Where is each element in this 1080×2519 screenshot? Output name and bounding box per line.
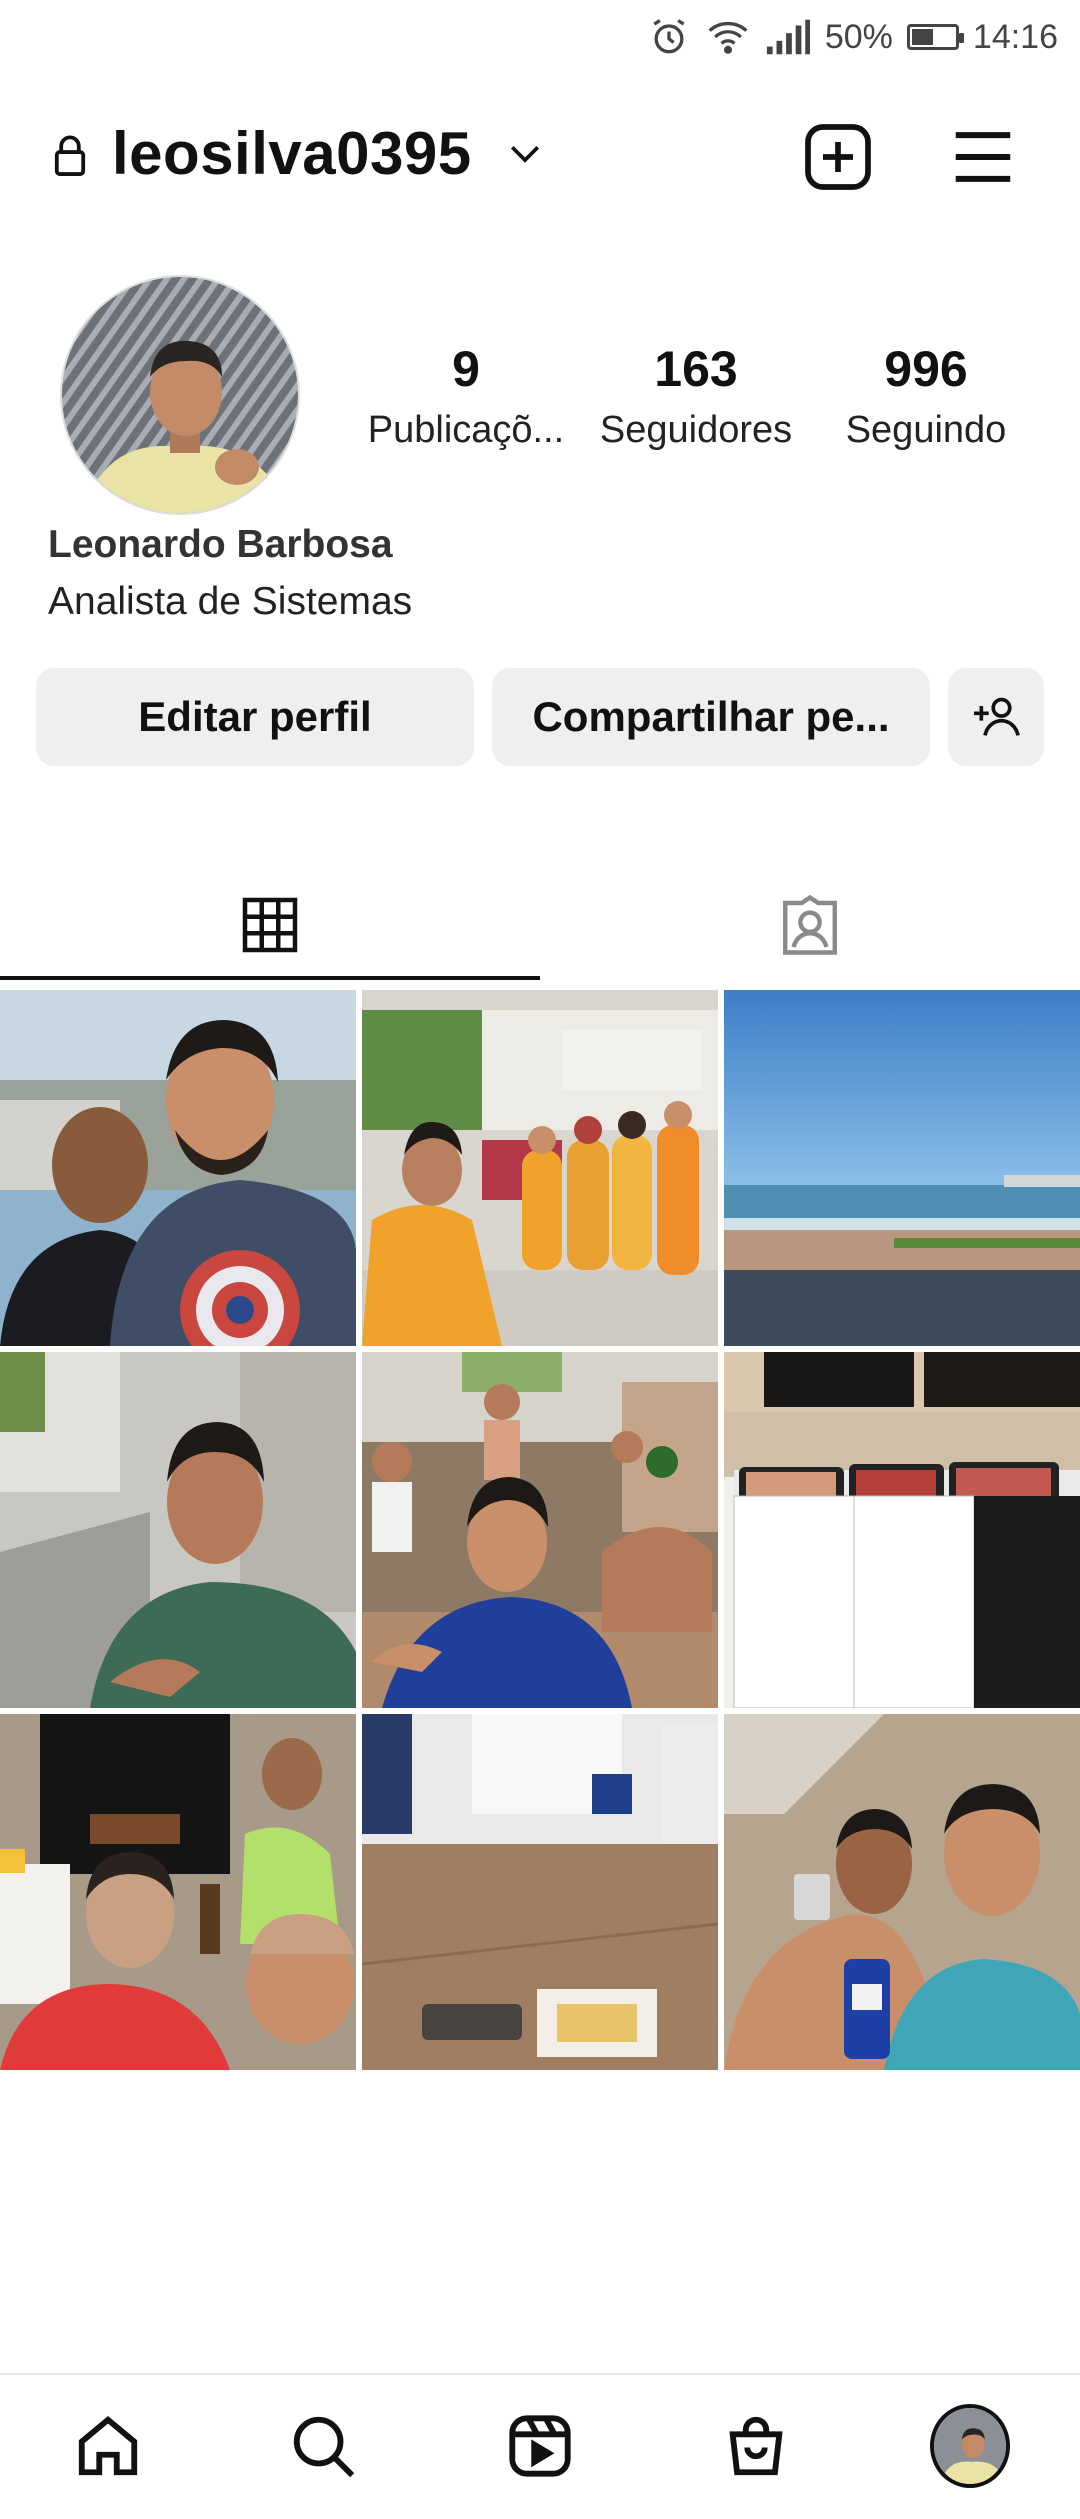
- followers-label: Seguidores: [599, 409, 793, 451]
- edit-profile-button[interactable]: Editar perfil: [36, 668, 474, 766]
- post-4[interactable]: [0, 1352, 356, 1708]
- post-9[interactable]: [724, 1714, 1080, 2070]
- share-profile-button[interactable]: Compartilhar pe...: [492, 668, 930, 766]
- post-7[interactable]: [0, 1714, 356, 2070]
- followers-count: 163: [654, 341, 738, 397]
- posts-label: Publicaçõ...: [367, 409, 565, 451]
- chevron-down-icon[interactable]: [508, 139, 542, 167]
- nav-shop[interactable]: [716, 2406, 796, 2486]
- posts-stat[interactable]: 9 Publicaçõ...: [346, 335, 586, 457]
- alarm-icon: [653, 19, 685, 54]
- post-1[interactable]: [0, 990, 356, 1346]
- nav-profile[interactable]: [930, 2404, 1010, 2488]
- wifi-icon: [708, 21, 748, 54]
- signal-icon: [766, 19, 810, 55]
- profile-avatar[interactable]: [60, 275, 300, 515]
- post-5[interactable]: [362, 1352, 718, 1708]
- tab-tagged[interactable]: [540, 870, 1080, 980]
- clock: 14:16: [972, 17, 1058, 56]
- followers-stat[interactable]: 163 Seguidores: [576, 335, 816, 457]
- following-count: 996: [884, 341, 968, 397]
- menu-icon[interactable]: [950, 127, 1016, 187]
- edit-profile-label: Editar perfil: [138, 693, 372, 740]
- nav-home[interactable]: [68, 2406, 148, 2486]
- grid-icon: [242, 897, 298, 953]
- bottom-nav-divider: [0, 2373, 1080, 2375]
- create-post-button[interactable]: [802, 121, 874, 193]
- tab-posts-grid[interactable]: [0, 870, 540, 980]
- post-8[interactable]: [362, 1714, 718, 2070]
- profile-avatar-small: [930, 2404, 1010, 2488]
- status-bar: 50% 14:16: [0, 0, 1080, 76]
- nav-reels[interactable]: [500, 2406, 580, 2486]
- shop-icon: [729, 2416, 783, 2476]
- bio: Analista de Sistemas: [48, 580, 413, 623]
- lock-icon: [54, 135, 86, 176]
- nav-search[interactable]: [283, 2406, 363, 2486]
- profile-header: leosilva0395: [0, 105, 1080, 205]
- search-icon: [293, 2416, 355, 2478]
- full-name: Leonardo Barbosa: [48, 523, 393, 566]
- post-3[interactable]: [724, 990, 1080, 1346]
- post-6[interactable]: [724, 1352, 1080, 1708]
- add-person-icon: [974, 697, 1020, 736]
- selected-tab-indicator: [0, 976, 540, 980]
- username[interactable]: leosilva0395: [112, 119, 472, 188]
- post-2[interactable]: [362, 990, 718, 1346]
- posts-count: 9: [452, 341, 480, 397]
- following-label: Seguindo: [845, 409, 1007, 451]
- home-icon: [78, 2415, 138, 2476]
- share-profile-label: Compartilhar pe...: [532, 693, 890, 740]
- following-stat[interactable]: 996 Seguindo: [806, 335, 1046, 457]
- discover-people-button[interactable]: [948, 668, 1044, 766]
- tagged-icon: [783, 894, 837, 955]
- battery-percent: 50%: [824, 17, 893, 56]
- reels-icon: [509, 2415, 571, 2477]
- battery-icon: [906, 24, 964, 50]
